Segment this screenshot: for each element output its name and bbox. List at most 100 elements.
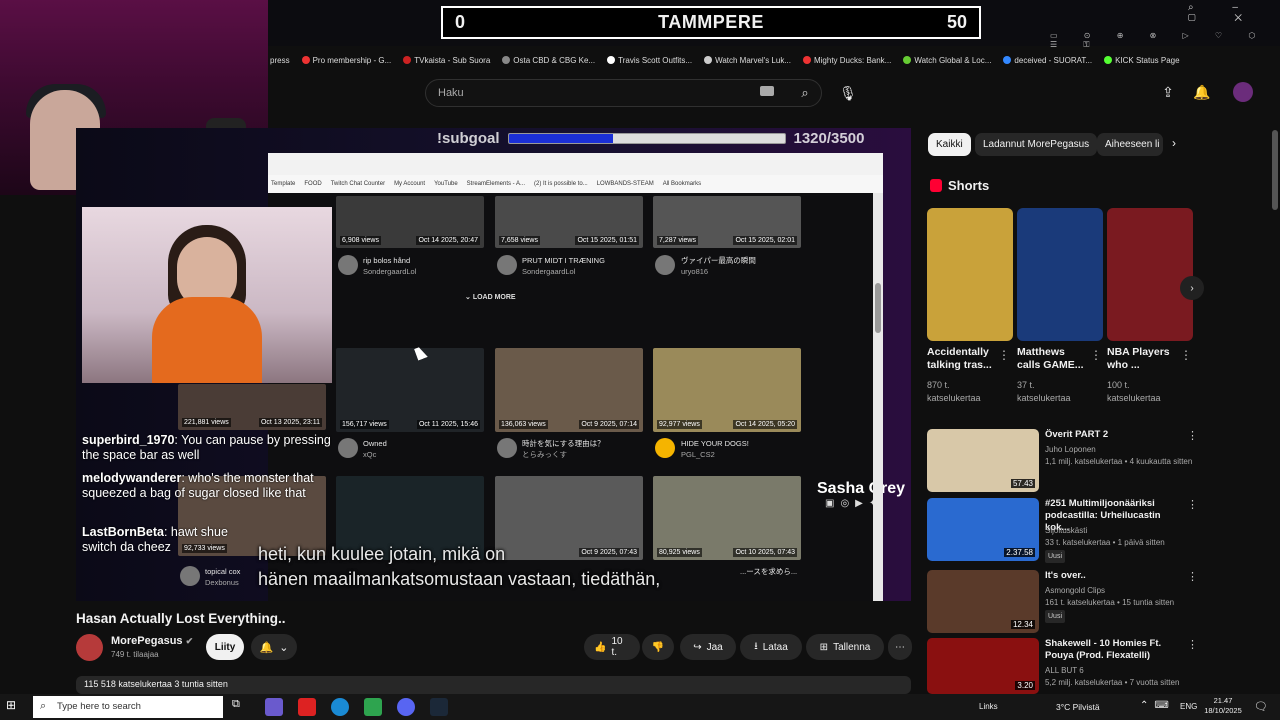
subscribe-bell-button[interactable]: 🔔 ⌄ <box>251 634 297 660</box>
recommended-video[interactable]: 57.43 Överit PART 2 Juho Loponen 1,1 mil… <box>927 429 1198 493</box>
bookmark-item[interactable]: press <box>270 56 290 65</box>
discord-icon[interactable] <box>397 698 415 716</box>
short-views: 37 t. katselukertaa <box>1017 380 1071 403</box>
video-thumbnail: 6,908 views Oct 14 2025, 20:47 <box>336 196 484 248</box>
subgoal-overlay: !subgoal 1320/3500 <box>437 129 887 147</box>
more-icon[interactable]: ⋮ <box>1187 498 1198 511</box>
shorts-icon <box>930 179 942 192</box>
more-icon[interactable]: ⋮ <box>1180 348 1192 362</box>
bookmark-item[interactable]: deceived - SUORAT... <box>1003 56 1092 65</box>
task-view-icon[interactable]: ⧉ <box>232 698 250 716</box>
short-views: 870 t. katselukertaa <box>927 380 981 403</box>
bookmark-item: YouTube <box>434 181 458 187</box>
thumbs-up-icon: 👍 <box>594 641 607 653</box>
bookmark-item[interactable]: Watch Global & Loc... <box>903 56 991 65</box>
app-icon[interactable] <box>265 698 283 716</box>
video-thumbnail: 92,977 views Oct 14 2025, 05:20 <box>653 348 801 432</box>
voice-search-button[interactable]: 🎙 <box>835 80 861 106</box>
more-icon[interactable]: ⋮ <box>1187 638 1198 651</box>
keyboard-icon[interactable] <box>760 86 774 96</box>
recommended-meta: 161 t. katselukertaa • 15 tuntia sitten <box>1045 598 1175 607</box>
chip-all[interactable]: Kaikki <box>928 133 971 156</box>
channel-name[interactable]: MorePegasus ✔ <box>111 635 193 647</box>
browser-toolbar-icons[interactable]: ▭ ⊙ ⊕ ⊗ ▷ ♡ ⬡ ☰ ⚿ <box>1050 31 1280 50</box>
chat-message: melodywanderer: who's the monster that s… <box>82 471 314 500</box>
notification-center-icon[interactable]: 🗨 <box>1254 700 1268 713</box>
video-thumbnail: 57.43 <box>927 429 1039 492</box>
short-thumbnail[interactable] <box>1107 208 1193 341</box>
weather-widget[interactable]: 3°C Pilvistä <box>1056 702 1100 712</box>
short-thumbnail[interactable] <box>927 208 1013 341</box>
steam-icon[interactable] <box>430 698 448 716</box>
recommended-video[interactable]: 12.34 It's over.. Asmongold Clips 161 t.… <box>927 570 1198 634</box>
subscriber-count: 749 t. tilaajaa <box>111 650 159 659</box>
windows-start-icon[interactable]: ⊞ <box>6 698 22 714</box>
subgoal-count: 1320/3500 <box>793 129 865 147</box>
account-avatar[interactable] <box>1233 82 1253 102</box>
upload-icon[interactable]: ⇪ <box>1158 82 1178 102</box>
chip-uploader[interactable]: Ladannut MorePegasus <box>975 133 1098 156</box>
window-controls[interactable]: ⌕ – ▢ ✕ <box>1188 2 1280 24</box>
bookmark-icon: ⊞ <box>819 641 829 653</box>
taskbar-links[interactable]: Links <box>979 702 998 711</box>
dislike-button[interactable]: 👎 <box>642 634 674 660</box>
stream-bookmarks-bar: Template FOOD Twitch Chat Counter My Acc… <box>268 175 883 193</box>
notifications-icon[interactable]: 🔔 <box>1192 82 1212 102</box>
bookmark-item[interactable]: Travis Scott Outfits... <box>607 56 692 65</box>
avatar <box>655 255 675 275</box>
share-button[interactable]: ↪ Jaa <box>680 634 736 660</box>
thumbs-down-icon: 👎 <box>651 641 665 653</box>
chip-related[interactable]: Aiheeseen li <box>1097 133 1163 156</box>
bookmark-item[interactable]: Pro membership - G... <box>301 56 391 65</box>
subtitle-overlay: heti, kun kuulee jotain, mikä on hänen m… <box>258 544 661 589</box>
app-icon[interactable] <box>364 698 382 716</box>
short-views: 100 t. katselukertaa <box>1107 380 1161 403</box>
video-meta: rip bolos hånd SondergaardLol <box>363 256 417 276</box>
system-tray-icons[interactable]: ⌃⌨ <box>1140 700 1175 711</box>
video-title: Hasan Actually Lost Everything.. <box>76 611 286 626</box>
chevron-right-icon: › <box>1190 282 1194 294</box>
download-button[interactable]: ⭳ Lataa <box>740 634 802 660</box>
recommended-video[interactable]: 2.37.58 #251 Multimiljoonääriksi podcast… <box>927 498 1198 563</box>
clock[interactable]: 21.47 18/10/2025 <box>1203 696 1243 716</box>
short-title[interactable]: Matthews calls GAME... <box>1017 346 1087 372</box>
more-actions-button[interactable]: ⋯ <box>888 634 912 660</box>
bell-icon: 🔔 <box>259 641 274 654</box>
bookmark-item[interactable]: Watch Marvel's Luk... <box>704 56 791 65</box>
taskbar-search-input[interactable]: Type here to search <box>33 696 223 718</box>
page-scrollbar[interactable] <box>1272 130 1278 210</box>
chevron-right-icon[interactable]: › <box>1172 136 1176 150</box>
bookmark-item[interactable]: TVkaista - Sub Suora <box>403 56 490 65</box>
short-title[interactable]: Accidentally talking tras... <box>927 346 997 372</box>
recommended-video[interactable]: 3.20 Shakewell - 10 Homies Ft. Pouya (Pr… <box>927 638 1198 702</box>
more-icon[interactable]: ⋮ <box>998 348 1010 362</box>
short-thumbnail[interactable] <box>1017 208 1103 341</box>
bookmark-item[interactable]: Mighty Ducks: Bank... <box>802 56 891 65</box>
bookmark-item: FOOD <box>304 181 322 187</box>
subgoal-progress-fill <box>508 133 613 143</box>
chat-message: superbird_1970: You can pause by pressin… <box>82 433 331 462</box>
bookmark-item[interactable]: Osta CBD & CBG Ke... <box>502 56 595 65</box>
score-title: TAMMPERE <box>658 12 764 32</box>
description-box[interactable]: 115 518 katselukertaa 3 tuntia sitten <box>76 676 911 694</box>
channel-avatar[interactable] <box>76 634 103 661</box>
like-button[interactable]: 👍 10 t. <box>584 634 640 660</box>
search-button[interactable]: ⌕ <box>790 80 820 106</box>
score-right: 50 <box>946 12 967 32</box>
short-title[interactable]: NBA Players who ... <box>1107 346 1177 372</box>
avatar <box>497 255 517 275</box>
save-button[interactable]: ⊞ Tallenna <box>806 634 884 660</box>
more-icon[interactable]: ⋮ <box>1090 348 1102 362</box>
language-indicator[interactable]: ENG <box>1180 702 1197 711</box>
shorts-next-button[interactable]: › <box>1180 276 1204 300</box>
recommended-channel: Juho Loponen <box>1045 445 1096 454</box>
join-button[interactable]: Liity <box>206 634 244 660</box>
more-icon[interactable]: ⋮ <box>1187 570 1198 583</box>
stream-scrollbar <box>873 193 883 601</box>
bookmark-item[interactable]: KICK Status Page <box>1104 56 1180 65</box>
stream-browser-toolbar <box>268 153 883 175</box>
edge-icon[interactable] <box>331 698 349 716</box>
opera-icon[interactable] <box>298 698 316 716</box>
video-thumbnail: 2.37.58 <box>927 498 1039 561</box>
more-icon[interactable]: ⋮ <box>1187 429 1198 442</box>
